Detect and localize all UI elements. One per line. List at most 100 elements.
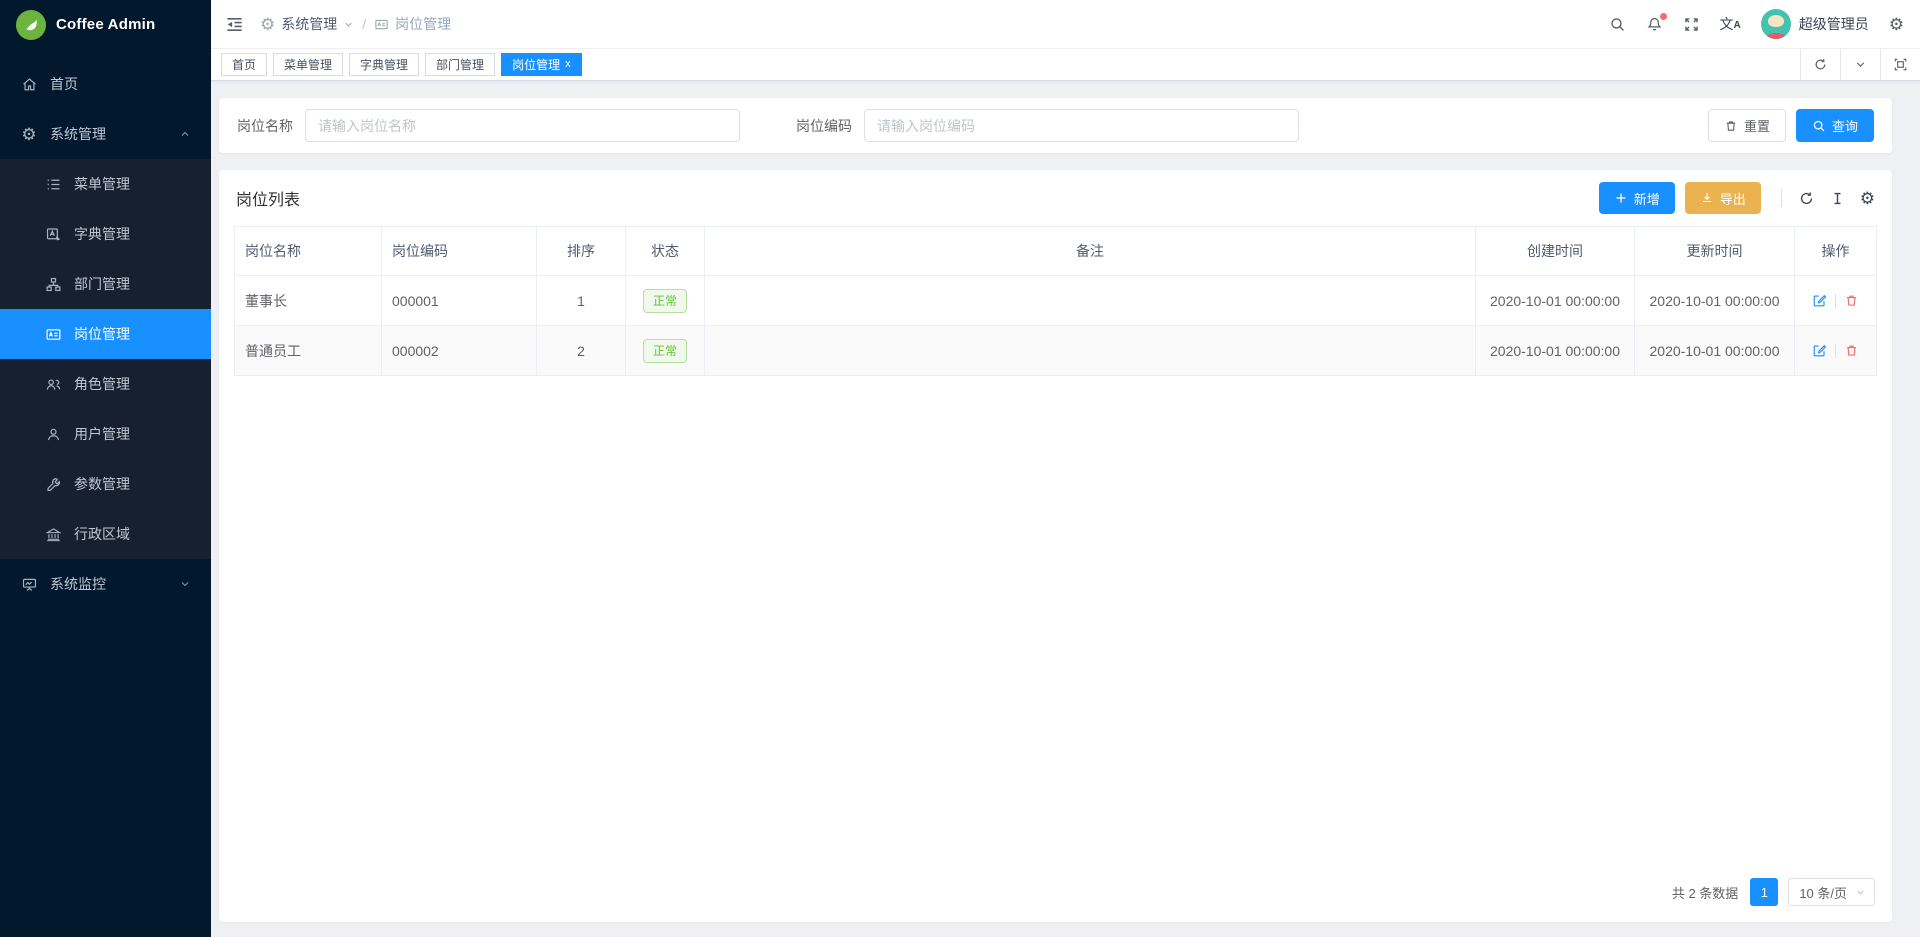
menu-list-icon xyxy=(44,175,62,193)
tab-home[interactable]: 首页 xyxy=(221,53,267,76)
cell-sort: 2 xyxy=(537,326,626,376)
sidebar-item-label: 系统管理 xyxy=(50,124,106,144)
sidebar-item-label: 行政区域 xyxy=(74,524,130,544)
chevron-down-icon xyxy=(1855,887,1866,898)
breadcrumb-post-mgmt: 岗位管理 xyxy=(374,14,451,34)
reset-button[interactable]: 重置 xyxy=(1708,109,1786,142)
sidebar-item-home[interactable]: 首页 xyxy=(0,59,211,109)
tab-dict-mgmt[interactable]: 字典管理 xyxy=(349,53,419,76)
refresh-icon[interactable] xyxy=(1800,49,1840,80)
cell-post-name: 董事长 xyxy=(235,276,382,326)
edit-icon[interactable] xyxy=(1812,343,1827,358)
sidebar: Coffee Admin 首页 ⚙ 系统管理 菜单管理 字典管理 部门管理 xyxy=(0,0,211,937)
search-form-card: 岗位名称 岗位编码 重置 查询 xyxy=(219,98,1892,153)
tab-controls xyxy=(1800,49,1920,80)
avatar xyxy=(1761,9,1791,39)
col-actions: 操作 xyxy=(1795,227,1877,276)
cell-status: 正常 xyxy=(626,326,705,376)
text-size-icon[interactable] xyxy=(1829,190,1846,207)
bank-icon xyxy=(44,525,62,543)
sidebar-item-role-mgmt[interactable]: 角色管理 xyxy=(0,359,211,409)
translate-icon[interactable]: 文A xyxy=(1720,17,1741,31)
col-status: 状态 xyxy=(626,227,705,276)
user-menu[interactable]: 超级管理员 xyxy=(1761,9,1869,39)
roles-icon xyxy=(44,375,62,393)
app-logo[interactable]: Coffee Admin xyxy=(0,0,211,49)
search-icon[interactable] xyxy=(1609,16,1626,33)
sidebar-item-label: 用户管理 xyxy=(74,424,130,444)
post-code-label: 岗位编码 xyxy=(796,116,852,136)
gear-icon[interactable]: ⚙ xyxy=(1889,16,1904,33)
sidebar-item-post-mgmt[interactable]: 岗位管理 xyxy=(0,309,211,359)
cell-updated: 2020-10-01 00:00:00 xyxy=(1635,276,1795,326)
tab-dept-mgmt[interactable]: 部门管理 xyxy=(425,53,495,76)
table-row: 董事长 000001 1 正常 2020-10-01 00:00:00 2020… xyxy=(235,276,1877,326)
list-title: 岗位列表 xyxy=(236,186,300,210)
action-divider xyxy=(1835,344,1836,358)
page-1-button[interactable]: 1 xyxy=(1750,878,1778,906)
cell-post-code: 000001 xyxy=(382,276,537,326)
maximize-icon[interactable] xyxy=(1880,49,1920,80)
sidebar-item-user-mgmt[interactable]: 用户管理 xyxy=(0,409,211,459)
cell-remark xyxy=(705,326,1476,376)
bell-icon[interactable] xyxy=(1646,16,1663,33)
user-icon xyxy=(44,425,62,443)
breadcrumb-separator: / xyxy=(362,16,366,32)
sidebar-item-label: 首页 xyxy=(50,74,78,94)
col-post-name: 岗位名称 xyxy=(235,227,382,276)
cell-post-code: 000002 xyxy=(382,326,537,376)
edit-icon[interactable] xyxy=(1812,293,1827,308)
query-button[interactable]: 查询 xyxy=(1796,109,1874,142)
collapse-menu-icon[interactable] xyxy=(225,15,244,34)
trash-icon[interactable] xyxy=(1844,343,1859,358)
tab-menu-mgmt[interactable]: 菜单管理 xyxy=(273,53,343,76)
cell-created: 2020-10-01 00:00:00 xyxy=(1476,276,1635,326)
refresh-icon[interactable] xyxy=(1798,190,1815,207)
sidebar-item-dept-mgmt[interactable]: 部门管理 xyxy=(0,259,211,309)
cell-created: 2020-10-01 00:00:00 xyxy=(1476,326,1635,376)
id-card-icon xyxy=(374,17,389,32)
sidebar-submenu-system: 菜单管理 字典管理 部门管理 岗位管理 角色管理 用户管理 xyxy=(0,159,211,559)
post-name-input[interactable] xyxy=(305,109,740,142)
sidebar-item-dict-mgmt[interactable]: 字典管理 xyxy=(0,209,211,259)
gear-icon: ⚙ xyxy=(260,16,275,33)
sidebar-menu: 首页 ⚙ 系统管理 菜单管理 字典管理 部门管理 岗位管理 xyxy=(0,59,211,609)
col-created: 创建时间 xyxy=(1476,227,1635,276)
post-name-label: 岗位名称 xyxy=(237,116,293,136)
cell-actions xyxy=(1795,276,1877,326)
export-button[interactable]: 导出 xyxy=(1685,182,1761,214)
navbar-right: 文A 超级管理员 ⚙ xyxy=(1609,9,1904,39)
sidebar-item-system-monitor[interactable]: 系统监控 xyxy=(0,559,211,609)
breadcrumb: ⚙ 系统管理 / 岗位管理 xyxy=(260,14,451,34)
sidebar-item-system-mgmt[interactable]: ⚙ 系统管理 xyxy=(0,109,211,159)
close-icon[interactable]: x xyxy=(565,59,571,70)
gear-icon[interactable]: ⚙ xyxy=(1860,190,1875,207)
toolbar-divider xyxy=(1781,189,1782,207)
page-size-select[interactable]: 10 条/页 xyxy=(1788,878,1875,906)
search-icon xyxy=(1812,119,1826,133)
username: 超级管理员 xyxy=(1799,14,1869,34)
tab-post-mgmt[interactable]: 岗位管理 x xyxy=(501,53,582,76)
list-actions: 新增 导出 ⚙ xyxy=(1599,182,1875,214)
chevron-down-icon xyxy=(179,578,191,590)
search-buttons: 重置 查询 xyxy=(1708,109,1874,142)
main-area: ⚙ 系统管理 / 岗位管理 文A 超级管理员 ⚙ xyxy=(211,0,1920,937)
trash-icon[interactable] xyxy=(1844,293,1859,308)
home-icon xyxy=(20,75,38,93)
chevron-down-icon[interactable] xyxy=(1840,49,1880,80)
list-card-header: 岗位列表 新增 导出 ⚙ xyxy=(234,170,1877,226)
add-button[interactable]: 新增 xyxy=(1599,182,1675,214)
breadcrumb-system-mgmt[interactable]: ⚙ 系统管理 xyxy=(260,14,354,34)
sidebar-item-region[interactable]: 行政区域 xyxy=(0,509,211,559)
sidebar-item-label: 菜单管理 xyxy=(74,174,130,194)
sidebar-item-menu-mgmt[interactable]: 菜单管理 xyxy=(0,159,211,209)
sidebar-item-label: 系统监控 xyxy=(50,574,106,594)
fullscreen-icon[interactable] xyxy=(1683,16,1700,33)
action-divider xyxy=(1835,294,1836,308)
chevron-up-icon xyxy=(179,128,191,140)
sidebar-item-param-mgmt[interactable]: 参数管理 xyxy=(0,459,211,509)
col-post-code: 岗位编码 xyxy=(382,227,537,276)
post-code-input[interactable] xyxy=(864,109,1299,142)
notification-badge xyxy=(1660,13,1667,20)
post-table: 岗位名称 岗位编码 排序 状态 备注 创建时间 更新时间 操作 董事长 0000… xyxy=(234,226,1877,376)
